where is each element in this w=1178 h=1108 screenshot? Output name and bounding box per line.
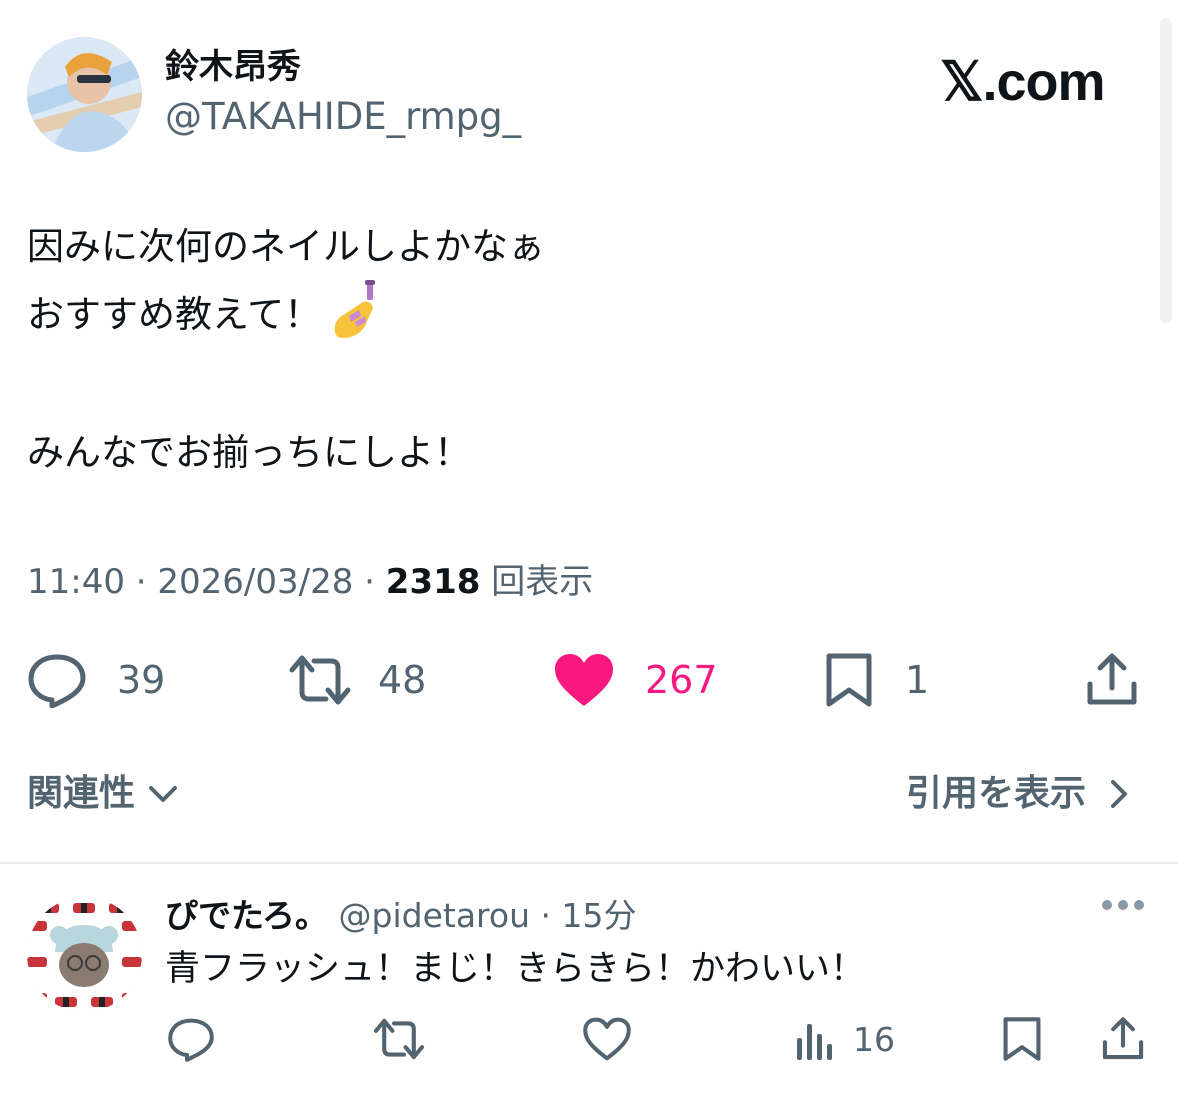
reply-views-count: 16 <box>853 1019 895 1059</box>
tweet-text-line-1: 因みに次何のネイルしよかなぁ <box>27 225 545 268</box>
x-logo: 𝕏.com <box>940 52 1106 112</box>
author-avatar-image <box>27 37 142 152</box>
reply-like-button[interactable] <box>582 1014 632 1064</box>
tweet-timestamp[interactable]: 11:40 · 2026/03/28 · <box>27 562 386 602</box>
author-name[interactable]: 鈴木昂秀 <box>165 45 301 89</box>
reply-icon <box>28 654 86 708</box>
reply-button[interactable]: 39 <box>27 650 165 710</box>
reply-share-button[interactable] <box>1100 1014 1146 1064</box>
bookmark-button[interactable]: 1 <box>823 650 929 710</box>
tweet-meta: 11:40 · 2026/03/28 · 2318 回表示 <box>27 560 593 604</box>
share-icon <box>1102 1017 1144 1060</box>
retweet-icon <box>289 655 351 705</box>
relevance-sort-button[interactable]: 関連性 <box>27 770 181 818</box>
reply-author-name[interactable]: ぴでたろ。 <box>165 896 328 935</box>
share-button[interactable] <box>1084 650 1140 710</box>
views-count: 2318 <box>385 562 481 602</box>
heart-filled-icon <box>555 654 613 706</box>
retweet-button[interactable]: 48 <box>288 650 426 710</box>
reply-icon <box>168 1018 214 1062</box>
bookmark-icon <box>1003 1017 1041 1061</box>
reply-retweet-button[interactable] <box>372 1014 426 1064</box>
reply-views-button[interactable]: 16 <box>795 1014 895 1064</box>
reply-count: 39 <box>117 658 166 702</box>
reply-bookmark-button[interactable] <box>1000 1014 1044 1064</box>
chevron-down-icon <box>149 786 178 802</box>
author-avatar[interactable] <box>27 37 142 152</box>
tweet-text-line-2-text: おすすめ教えて！ <box>27 293 322 336</box>
views-label: 回表示 <box>491 562 594 602</box>
tweet-text-line-2: おすすめ教えて！ <box>27 279 379 340</box>
bookmark-count: 1 <box>905 658 930 702</box>
nail-polish-icon <box>329 279 379 340</box>
retweet-count: 48 <box>378 658 427 702</box>
analytics-icon <box>797 1024 832 1060</box>
share-icon <box>1087 653 1137 705</box>
reply-text: 青フラッシュ！まじ！きらきら！かわいい！ <box>165 949 866 989</box>
like-count: 267 <box>645 658 718 702</box>
reply-avatar-image <box>27 897 142 1012</box>
scrollbar[interactable] <box>1160 18 1172 323</box>
view-quotes-label: 引用を表示 <box>906 773 1087 814</box>
chevron-right-icon <box>1111 780 1128 808</box>
section-divider <box>0 862 1178 864</box>
reply-reply-button[interactable] <box>167 1014 215 1064</box>
like-button[interactable]: 267 <box>553 650 718 710</box>
reply-separator: · <box>530 896 562 935</box>
relevance-label: 関連性 <box>27 773 136 814</box>
more-options-icon[interactable] <box>1102 900 1144 910</box>
tweet-text-line-3: みんなでお揃っちにしよ！ <box>27 431 471 474</box>
retweet-icon <box>373 1018 425 1060</box>
view-quotes-button[interactable]: 引用を表示 <box>906 770 1136 818</box>
reply-time[interactable]: 15分 <box>562 896 637 935</box>
heart-icon <box>583 1017 631 1061</box>
author-handle[interactable]: @TAKAHIDE_rmpg_ <box>165 94 521 140</box>
reply-header: ぴでたろ。 @pidetarou · 15分 <box>165 894 637 938</box>
reply-author-avatar[interactable] <box>27 897 142 1012</box>
reply-author-handle[interactable]: @pidetarou <box>339 896 530 935</box>
bookmark-icon <box>826 653 872 707</box>
